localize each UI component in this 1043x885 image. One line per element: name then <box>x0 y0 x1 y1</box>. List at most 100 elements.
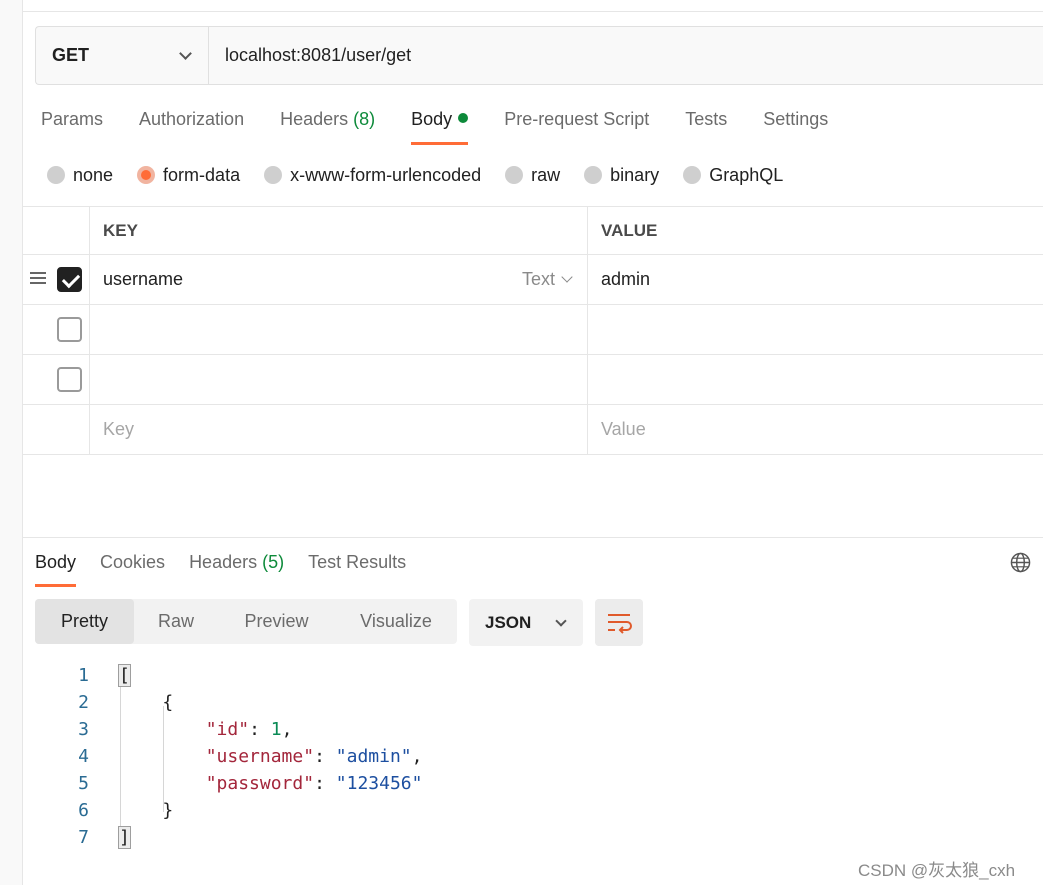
code-line: 7] <box>23 824 1043 851</box>
drag-handle-icon[interactable] <box>30 272 46 287</box>
table-header: KEY VALUE <box>23 206 1043 255</box>
format-dropdown[interactable]: JSON <box>469 599 583 646</box>
watermark: CSDN @灰太狼_cxh <box>858 861 1016 880</box>
row-checkbox[interactable] <box>57 367 82 392</box>
view-preview[interactable]: Preview <box>218 599 335 644</box>
response-tab-cookies[interactable]: Cookies <box>88 543 177 587</box>
row-checkbox[interactable] <box>57 267 82 292</box>
header-spacer <box>23 207 90 254</box>
response-tabs: Body Cookies Headers (5) Test Results <box>23 543 418 587</box>
value-cell[interactable]: admin <box>601 269 650 290</box>
active-dot-icon <box>458 113 469 123</box>
key-cell[interactable] <box>90 355 588 404</box>
line-number: 4 <box>78 746 89 767</box>
tab-body[interactable]: Body <box>393 100 486 146</box>
tab-headers[interactable]: Headers (8) <box>262 100 393 146</box>
radio-none[interactable]: none <box>47 165 113 186</box>
tab-label: Test Results <box>308 552 407 572</box>
tab-tests[interactable]: Tests <box>667 100 745 146</box>
format-label: JSON <box>485 612 532 632</box>
radio-form-data[interactable]: form-data <box>137 165 240 186</box>
radio-icon <box>505 166 524 184</box>
method-label: GET <box>52 45 90 65</box>
chevron-down-icon <box>561 271 573 283</box>
radio-icon <box>47 166 65 184</box>
radio-label: x-www-form-urlencoded <box>290 164 482 185</box>
line-number: 5 <box>78 773 89 794</box>
code-line: 2 { <box>23 689 1043 716</box>
tab-params[interactable]: Params <box>23 100 121 146</box>
url-input[interactable] <box>209 27 1043 84</box>
close-brace: } <box>162 800 174 821</box>
radio-x-www-form-urlencoded[interactable]: x-www-form-urlencoded <box>264 165 481 186</box>
response-tab-test-results[interactable]: Test Results <box>296 543 418 587</box>
wrap-lines-icon[interactable] <box>595 599 643 646</box>
tab-label: Headers <box>280 109 349 129</box>
response-code-viewer[interactable]: 1[ 2 { 3 "id": 1, 4 "username": "admin",… <box>23 662 1043 851</box>
radio-graphql[interactable]: GraphQL <box>683 165 783 186</box>
response-tab-body[interactable]: Body <box>23 543 88 587</box>
type-dropdown[interactable]: Text <box>521 269 573 290</box>
tab-settings[interactable]: Settings <box>745 100 846 146</box>
view-visualize[interactable]: Visualize <box>335 599 457 644</box>
json-key: "password" <box>205 773 315 794</box>
open-bracket: [ <box>118 664 131 687</box>
left-rail <box>0 0 23 885</box>
radio-binary[interactable]: binary <box>584 165 659 186</box>
radio-icon <box>683 166 702 184</box>
request-tabs: Params Authorization Headers (8) Body Pr… <box>23 100 846 146</box>
key-header: KEY <box>103 220 138 240</box>
line-number: 1 <box>78 665 89 686</box>
radio-label: none <box>73 164 114 185</box>
code-line: 3 "id": 1, <box>23 716 1043 743</box>
key-cell[interactable]: username <box>103 269 183 290</box>
method-dropdown[interactable]: GET <box>36 27 209 84</box>
close-bracket: ] <box>118 826 131 849</box>
value-cell[interactable] <box>588 305 1043 354</box>
tab-label: Cookies <box>100 552 166 572</box>
pane-divider[interactable] <box>23 537 1043 538</box>
response-tab-headers[interactable]: Headers (5) <box>177 543 296 587</box>
radio-icon <box>264 166 283 184</box>
code-line: 1[ <box>23 662 1043 689</box>
url-bar: GET <box>35 26 1043 85</box>
code-line: 6 } <box>23 797 1043 824</box>
top-strip <box>23 0 1043 12</box>
line-number: 3 <box>78 719 89 740</box>
tab-label: Authorization <box>139 109 245 129</box>
value-header: VALUE <box>601 220 658 240</box>
value-placeholder[interactable]: Value <box>601 419 646 440</box>
key-placeholder[interactable]: Key <box>103 419 134 440</box>
form-data-table: KEY VALUE username Text admin Key Value <box>23 206 1043 455</box>
table-row: username Text admin <box>23 255 1043 305</box>
value-cell[interactable] <box>588 355 1043 404</box>
type-label: Text <box>521 269 555 289</box>
tab-label: Headers <box>189 552 258 572</box>
view-raw[interactable]: Raw <box>134 599 218 644</box>
tab-label: Settings <box>763 109 829 129</box>
chevron-down-icon <box>555 614 567 627</box>
view-pretty[interactable]: Pretty <box>35 599 134 644</box>
tab-authorization[interactable]: Authorization <box>121 100 262 146</box>
line-number: 6 <box>78 800 89 821</box>
json-key: "username" <box>205 746 315 767</box>
tab-pre-request-script[interactable]: Pre-request Script <box>486 100 667 146</box>
table-row <box>23 305 1043 355</box>
tab-label: Body <box>411 109 453 129</box>
radio-label: GraphQL <box>709 164 784 185</box>
tab-label: Params <box>41 109 104 129</box>
json-value: 1 <box>270 719 282 740</box>
line-number: 2 <box>78 692 89 713</box>
open-brace: { <box>162 692 174 713</box>
radio-raw[interactable]: raw <box>505 165 560 186</box>
globe-icon[interactable] <box>1010 552 1031 573</box>
view-mode-group: Pretty Raw Preview Visualize <box>35 599 457 644</box>
json-value: "admin" <box>335 746 412 767</box>
json-key: "id" <box>205 719 250 740</box>
code-line: 4 "username": "admin", <box>23 743 1043 770</box>
row-checkbox[interactable] <box>57 317 82 342</box>
line-number: 7 <box>78 827 89 848</box>
chevron-down-icon <box>179 46 192 60</box>
key-cell[interactable] <box>90 305 588 354</box>
radio-icon <box>584 166 603 184</box>
